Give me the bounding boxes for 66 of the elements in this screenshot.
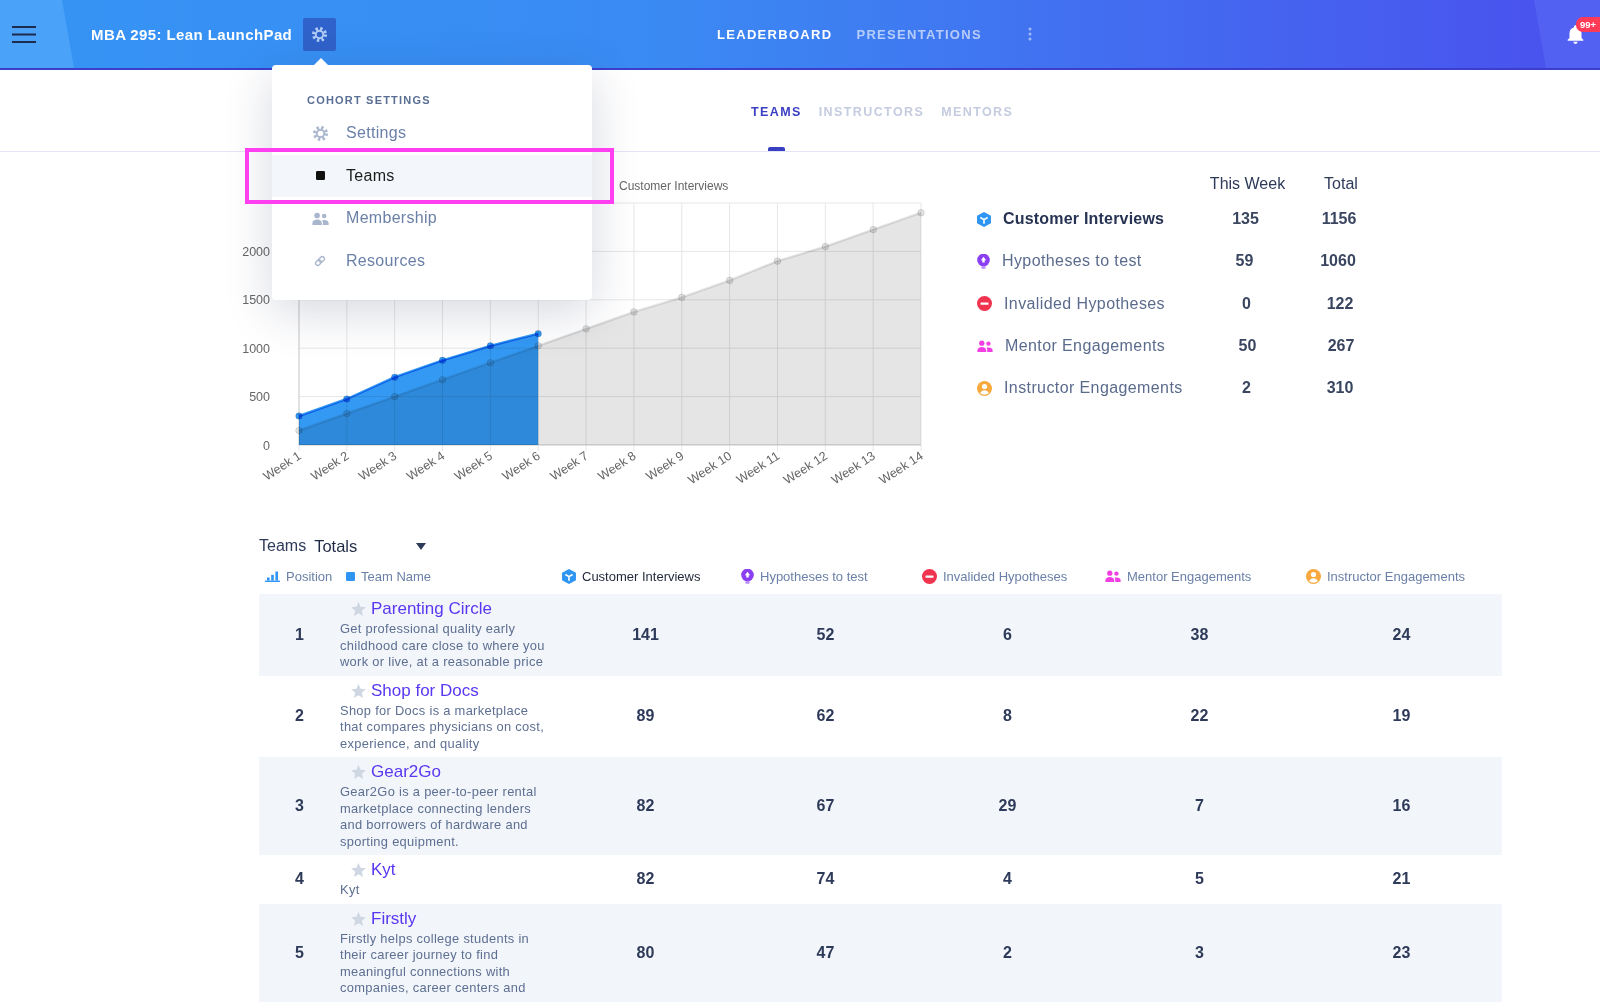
table-cell-text: 62 [815, 706, 836, 727]
table-cell-text: 3 [294, 796, 305, 816]
x-axis-label: Week 12 [781, 448, 830, 488]
table-cell-text: 19 [1391, 706, 1412, 727]
table-cell-text: 5 [1194, 869, 1205, 890]
table-cell-text: 82 [635, 869, 656, 890]
table-cell-text: 82 [635, 796, 656, 816]
metric-value: 135 [1232, 210, 1259, 228]
metric-label: Mentor Engagements [1005, 337, 1166, 355]
legend-label: Customer Interviews [619, 179, 729, 193]
table-cell-text: 141 [631, 624, 660, 645]
x-axis-label: Week 14 [876, 448, 926, 488]
metric-value: 1060 [1320, 252, 1356, 270]
table-cell-text: 8 [1002, 706, 1013, 727]
team-description: Gear2Go is a peer-to-peer rental marketplace connecting lenders and borrowers of hardware and sporting equipment. [340, 784, 538, 850]
column-heading: Total [1324, 175, 1358, 192]
notification-badge: 99+ [1575, 17, 1600, 32]
metric-value: 2 [1242, 379, 1251, 397]
table-cell-text: 38 [1189, 624, 1210, 645]
metric-label: Hypotheses to test [1002, 252, 1142, 270]
team-description: Firstly helps college students in their career journey to find meaningful connections with companies, career centers and [340, 930, 531, 997]
y-axis-label: 1000 [242, 341, 270, 356]
table-cell-text: 21 [1391, 869, 1412, 890]
menu-heading: COHORT SETTINGS [307, 93, 431, 107]
table-cell-text: 1 [294, 624, 305, 645]
team-description: Kyt [340, 882, 361, 899]
metric-value: 59 [1235, 252, 1254, 270]
table-cell-text: 16 [1391, 796, 1412, 816]
table-cell-text: 7 [1194, 796, 1205, 816]
table-cell-text: 47 [815, 942, 836, 963]
y-axis-label: 500 [249, 390, 270, 405]
table-cell-text: 2 [1002, 942, 1013, 963]
metric-value: 310 [1326, 379, 1354, 397]
x-axis-label: Week 10 [685, 448, 735, 488]
team-description: Get professional quality early childhood care close to where you work or live, at a reasonable price [340, 621, 546, 671]
table-cell-text: 2 [294, 706, 305, 727]
table-cell-text: 23 [1391, 942, 1412, 963]
metric-value: 267 [1327, 337, 1355, 355]
metric-value: 122 [1326, 294, 1354, 312]
metric-label: Instructor Engagements [1004, 379, 1183, 397]
table-cell-text: 6 [1002, 624, 1013, 645]
table-cell-text: 24 [1391, 624, 1412, 645]
metric-value: 1156 [1321, 210, 1357, 228]
table-cell-text: 29 [997, 796, 1018, 816]
team-description: Shop for Docs is a marketplace that compares physicians on cost, experience, and quality [340, 702, 546, 752]
y-axis-label: 0 [263, 438, 270, 453]
metric-value: 0 [1242, 294, 1251, 312]
y-axis-label: 1500 [242, 293, 270, 308]
y-axis-label: 2000 [242, 244, 270, 259]
x-axis-label: Week 13 [829, 448, 878, 488]
metric-label: Customer Interviews [1003, 210, 1165, 228]
table-cell-text: 4 [1002, 869, 1013, 890]
table-cell-text: 4 [294, 869, 305, 890]
column-heading: This Week [1209, 175, 1286, 192]
course-title: MBA 295: Lean LaunchPad [91, 25, 293, 43]
metric-label: Invalided Hypotheses [1004, 294, 1165, 312]
metric-value: 50 [1238, 337, 1257, 355]
table-cell-text: 52 [815, 624, 836, 645]
table-cell-text: 5 [294, 942, 305, 963]
table-cell-text: 3 [1194, 942, 1205, 963]
table-cell-text: 22 [1189, 706, 1210, 727]
table-cell-text: 67 [815, 796, 836, 816]
table-cell-text: 89 [635, 706, 656, 727]
table-title: Teams [259, 537, 307, 555]
table-cell-text: 74 [815, 869, 836, 890]
table-cell-text: 80 [635, 942, 656, 963]
